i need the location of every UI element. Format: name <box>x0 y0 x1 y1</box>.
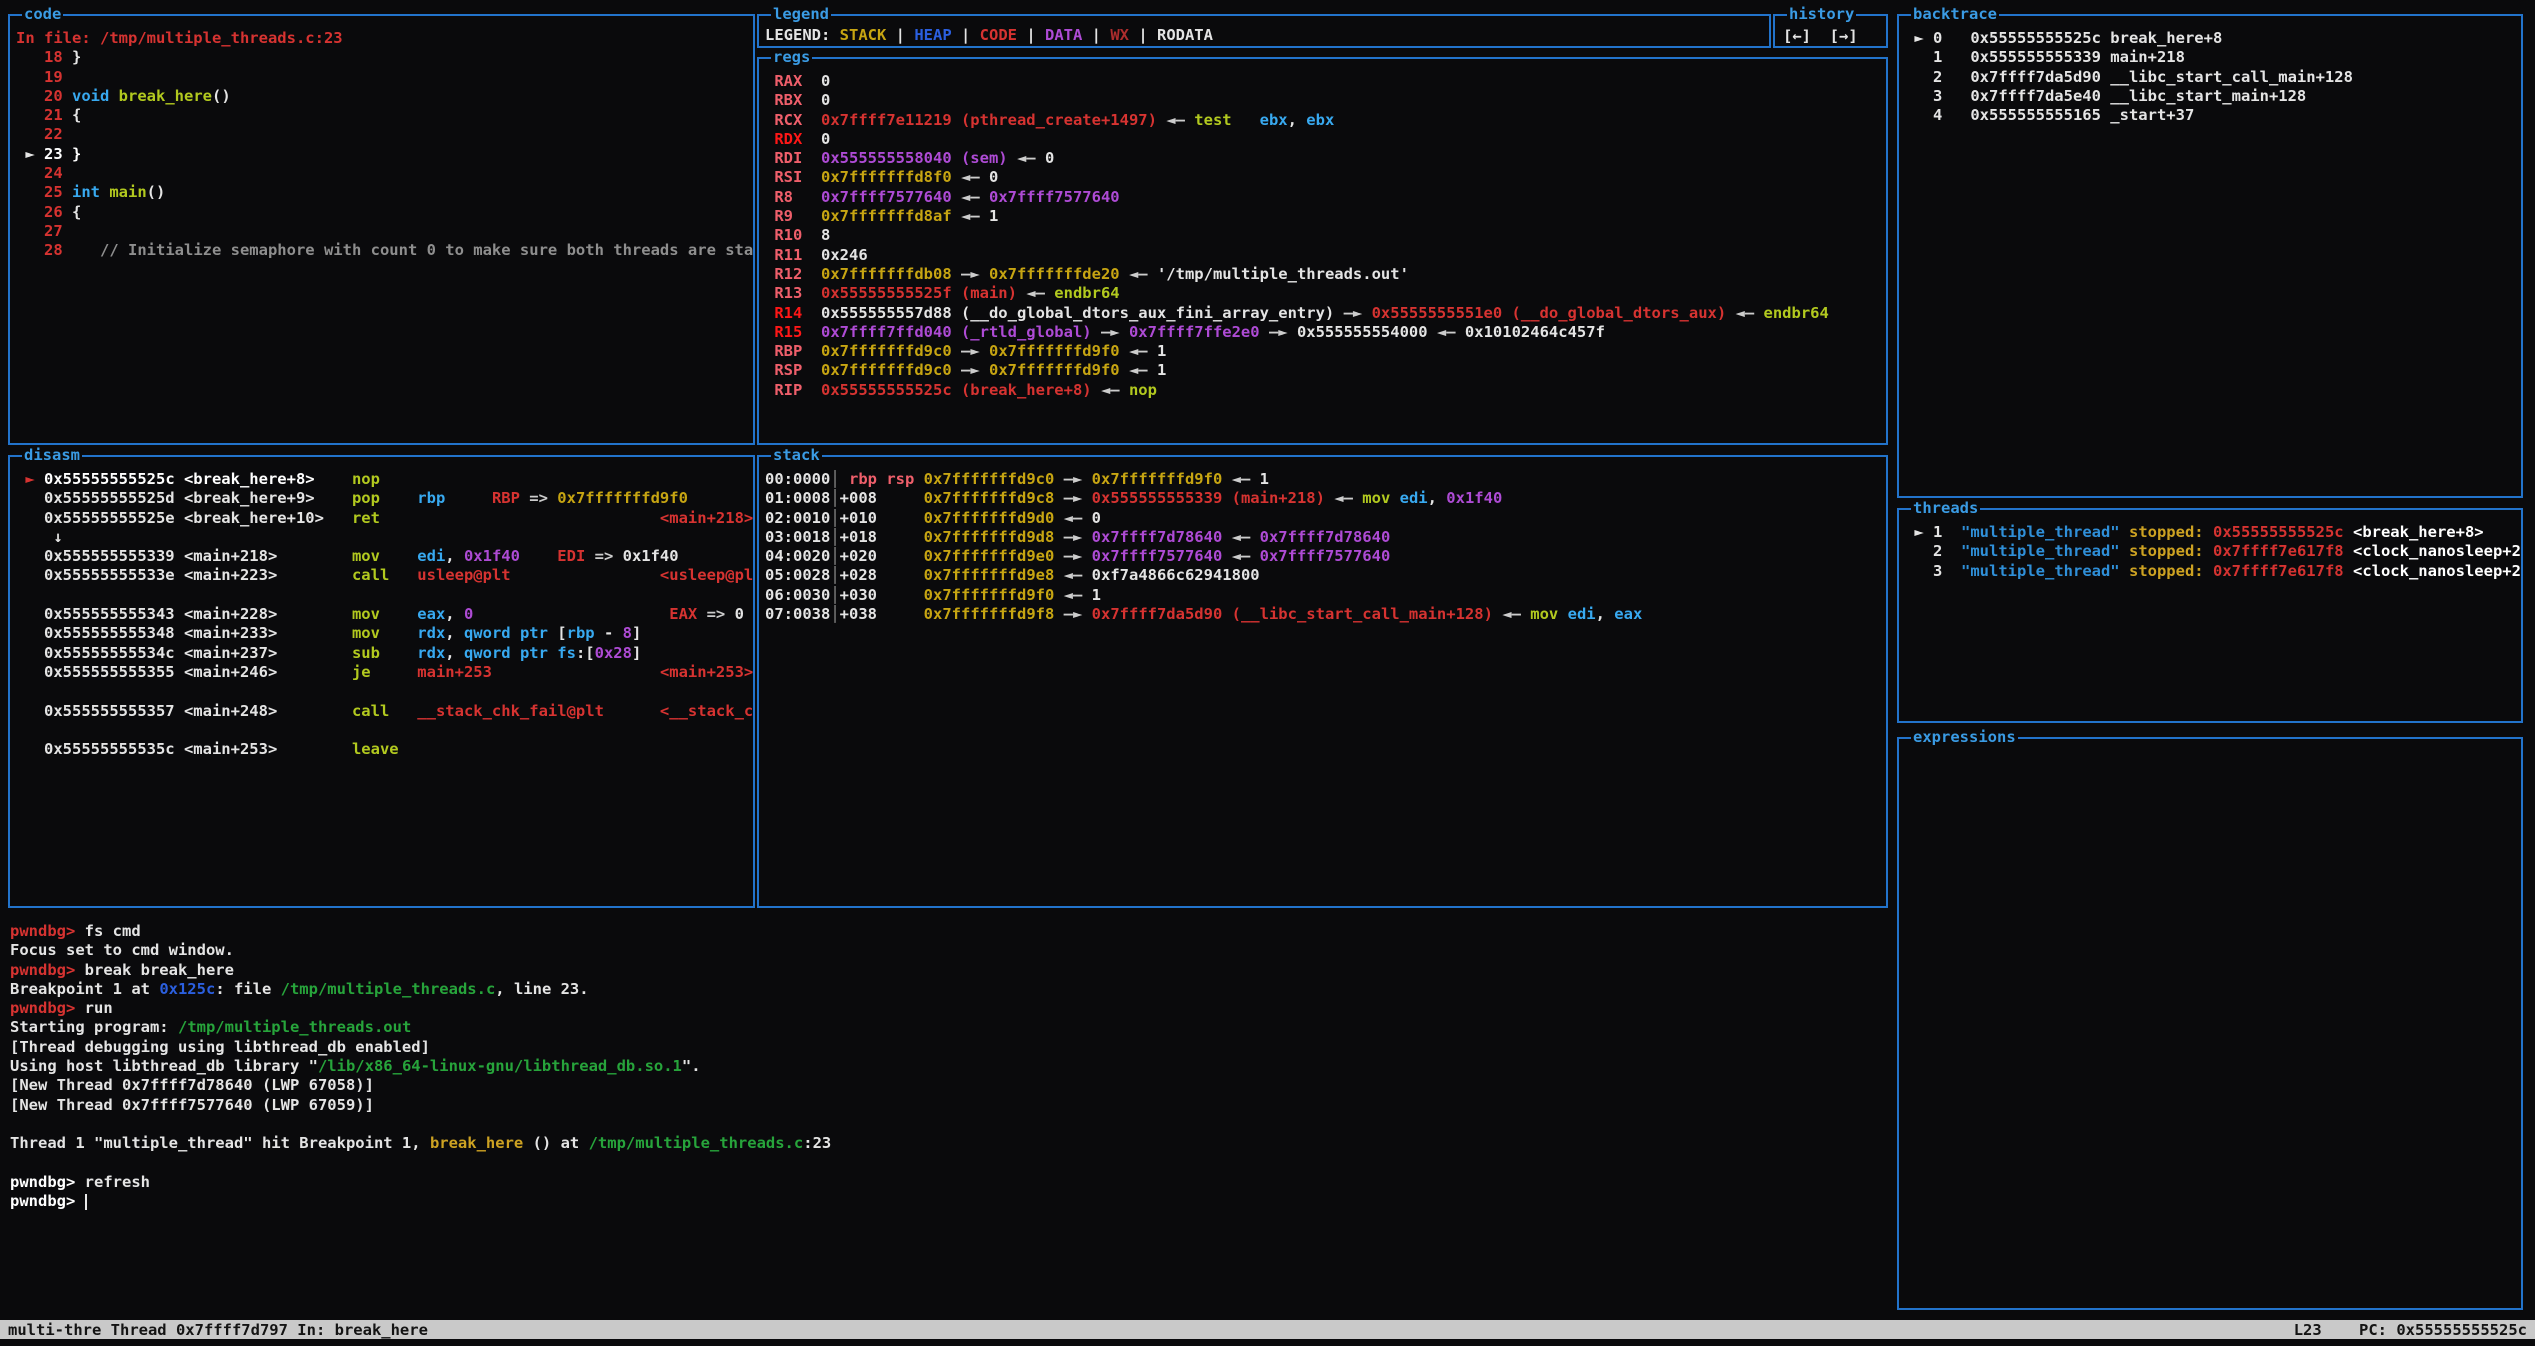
stack-panel: stack 00:0000│ rbp rsp 0x7fffffffd9c0 —►… <box>757 455 1888 908</box>
code-panel-title: code <box>22 5 63 24</box>
legend-panel: legend LEGEND: STACK | HEAP | CODE | DAT… <box>757 14 1771 48</box>
history-panel: history [←] [→] <box>1773 14 1888 48</box>
threads-lines: ► 1 "multiple_thread" stopped: 0x5555555… <box>1899 510 2521 721</box>
history-spacer <box>1811 27 1830 45</box>
backtrace-panel: backtrace ► 0 0x55555555525c break_here+… <box>1897 14 2523 498</box>
backtrace-panel-title: backtrace <box>1911 5 1999 24</box>
stack-lines: 00:0000│ rbp rsp 0x7fffffffd9c0 —► 0x7ff… <box>759 457 1886 906</box>
disasm-lines: ► 0x55555555525c <break_here+8> nop 0x55… <box>10 457 753 906</box>
status-bar: multi-thre Thread 0x7ffff7d797 In: break… <box>0 1320 2535 1339</box>
history-back-button[interactable]: [←] <box>1783 27 1811 45</box>
expressions-panel: expressions <box>1897 737 2523 1310</box>
backtrace-lines: ► 0 0x55555555525c break_here+8 1 0x5555… <box>1899 16 2521 496</box>
expressions-lines <box>1899 739 2521 1308</box>
status-gap <box>2322 1321 2359 1339</box>
code-panel: code In file: /tmp/multiple_threads.c:23… <box>8 14 755 445</box>
threads-panel-title: threads <box>1911 499 1980 518</box>
status-bar-right: L23 PC: 0x55555555525c <box>2294 1321 2527 1339</box>
code-lines: In file: /tmp/multiple_threads.c:23 18 }… <box>10 16 753 443</box>
status-line-number: L23 <box>2294 1321 2322 1339</box>
regs-panel: regs RAX 0 RBX 0 RCX 0x7ffff7e11219 (pth… <box>757 57 1888 445</box>
threads-panel: threads ► 1 "multiple_thread" stopped: 0… <box>1897 508 2523 723</box>
disasm-panel: disasm ► 0x55555555525c <break_here+8> n… <box>8 455 755 908</box>
status-bar-left: multi-thre Thread 0x7ffff7d797 In: break… <box>8 1321 428 1339</box>
console-output[interactable]: pwndbg> fs cmdFocus set to cmd window.pw… <box>10 922 1710 1211</box>
history-forward-button[interactable]: [→] <box>1830 27 1858 45</box>
history-panel-title: history <box>1787 5 1856 24</box>
stack-panel-title: stack <box>771 446 822 465</box>
disasm-panel-title: disasm <box>22 446 82 465</box>
legend-panel-title: legend <box>771 5 831 24</box>
pwndbg-terminal: code In file: /tmp/multiple_threads.c:23… <box>0 0 2535 1346</box>
status-pc: PC: 0x55555555525c <box>2359 1321 2527 1339</box>
regs-lines: RAX 0 RBX 0 RCX 0x7ffff7e11219 (pthread_… <box>759 59 1886 443</box>
expressions-panel-title: expressions <box>1911 728 2018 747</box>
legend-lines: LEGEND: STACK | HEAP | CODE | DATA | WX … <box>759 16 1769 46</box>
regs-panel-title: regs <box>771 48 812 67</box>
